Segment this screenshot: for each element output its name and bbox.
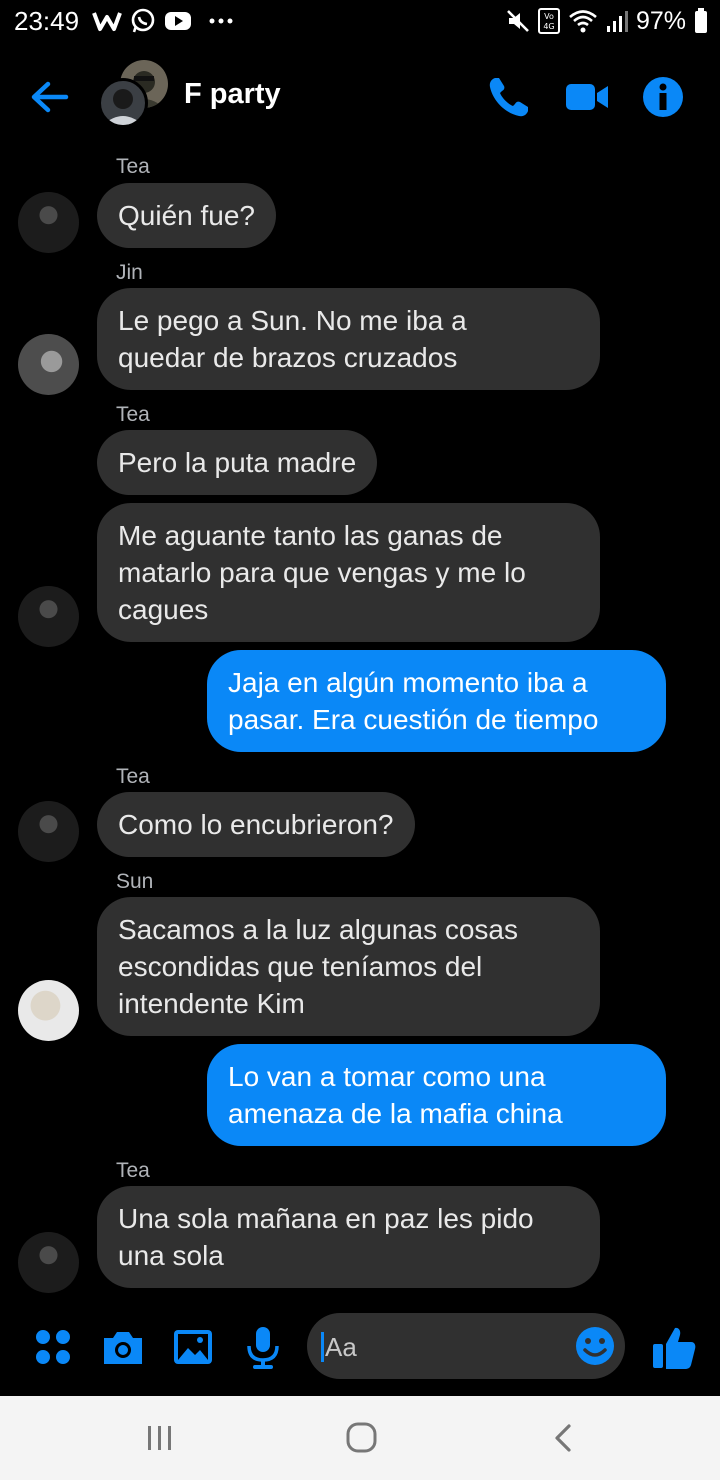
- volte-icon: Vo4G: [537, 8, 560, 34]
- message-input-placeholder: Aa: [325, 1332, 357, 1362]
- sender-name: Tea: [116, 403, 150, 426]
- status-time: 23:49: [14, 6, 80, 36]
- battery-icon: [695, 8, 707, 33]
- chat-header: F party: [0, 52, 720, 142]
- recents-icon[interactable]: [140, 1420, 180, 1456]
- back-arrow-icon[interactable]: [26, 74, 72, 120]
- sender-name: Tea: [116, 155, 150, 178]
- sender-name: Tea: [116, 765, 150, 788]
- message-bubble-incoming[interactable]: Una sola mañana en paz les pido una sola: [97, 1186, 600, 1288]
- sender-name: Sun: [116, 870, 154, 893]
- avatar-tea[interactable]: [18, 586, 79, 647]
- message-bubble-outgoing[interactable]: Lo van a tomar como una amenaza de la ma…: [207, 1044, 666, 1146]
- message-bubble-incoming[interactable]: Le pego a Sun. No me iba a quedar de bra…: [97, 288, 600, 390]
- message-composer: Aa: [0, 1304, 720, 1392]
- sender-name: Tea: [116, 1159, 150, 1182]
- signal-icon: [606, 11, 628, 32]
- w-app-icon: [92, 12, 122, 31]
- more-dots-icon: [209, 18, 233, 24]
- message-bubble-incoming[interactable]: Sacamos a la luz algunas cosas escondida…: [97, 897, 600, 1036]
- member-photo-front: [98, 78, 148, 128]
- youtube-icon: [165, 12, 191, 30]
- message-bubble-incoming[interactable]: Como lo encubrieron?: [97, 792, 415, 857]
- status-bar: 23:49 Vo 4G 97%: [0, 0, 720, 44]
- group-avatar[interactable]: [98, 60, 170, 132]
- microphone-icon[interactable]: [240, 1324, 286, 1370]
- phone-icon[interactable]: [486, 74, 532, 120]
- mute-icon: [507, 10, 529, 32]
- message-bubble-incoming[interactable]: Pero la puta madre: [97, 430, 378, 495]
- whatsapp-icon: [131, 8, 155, 33]
- emoji-icon[interactable]: [574, 1325, 616, 1367]
- status-system-icons: Vo 4G 97%: [506, 6, 708, 36]
- battery-percentage: 97%: [635, 6, 686, 35]
- like-icon[interactable]: [650, 1324, 698, 1372]
- menu-dots-icon[interactable]: [30, 1324, 76, 1370]
- back-icon[interactable]: [544, 1420, 584, 1456]
- avatar-tea[interactable]: [18, 192, 79, 253]
- chat-title[interactable]: F party: [184, 78, 281, 111]
- wifi-icon: [569, 10, 597, 33]
- status-notification-icons: [92, 6, 234, 36]
- svg-text:Vo: Vo: [544, 12, 554, 21]
- message-bubble-outgoing[interactable]: Jaja en algún momento iba a pasar. Era c…: [207, 650, 666, 752]
- avatar-sun[interactable]: [18, 980, 79, 1041]
- svg-text:4G: 4G: [543, 22, 554, 31]
- video-camera-icon[interactable]: [564, 74, 610, 120]
- camera-icon[interactable]: [100, 1324, 146, 1370]
- text-cursor: [321, 1332, 324, 1362]
- avatar-tea[interactable]: [18, 1232, 79, 1293]
- info-icon[interactable]: [640, 74, 686, 120]
- system-nav-bar: [0, 1396, 720, 1480]
- avatar-jin[interactable]: [18, 334, 79, 395]
- sender-name: Jin: [116, 261, 143, 284]
- gallery-icon[interactable]: [170, 1324, 216, 1370]
- message-bubble-incoming[interactable]: Me aguante tanto las ganas de matarlo pa…: [97, 503, 600, 642]
- message-bubble-incoming[interactable]: Quién fue?: [97, 183, 276, 248]
- message-input[interactable]: Aa: [307, 1313, 625, 1379]
- home-icon[interactable]: [342, 1420, 382, 1456]
- avatar-tea[interactable]: [18, 801, 79, 862]
